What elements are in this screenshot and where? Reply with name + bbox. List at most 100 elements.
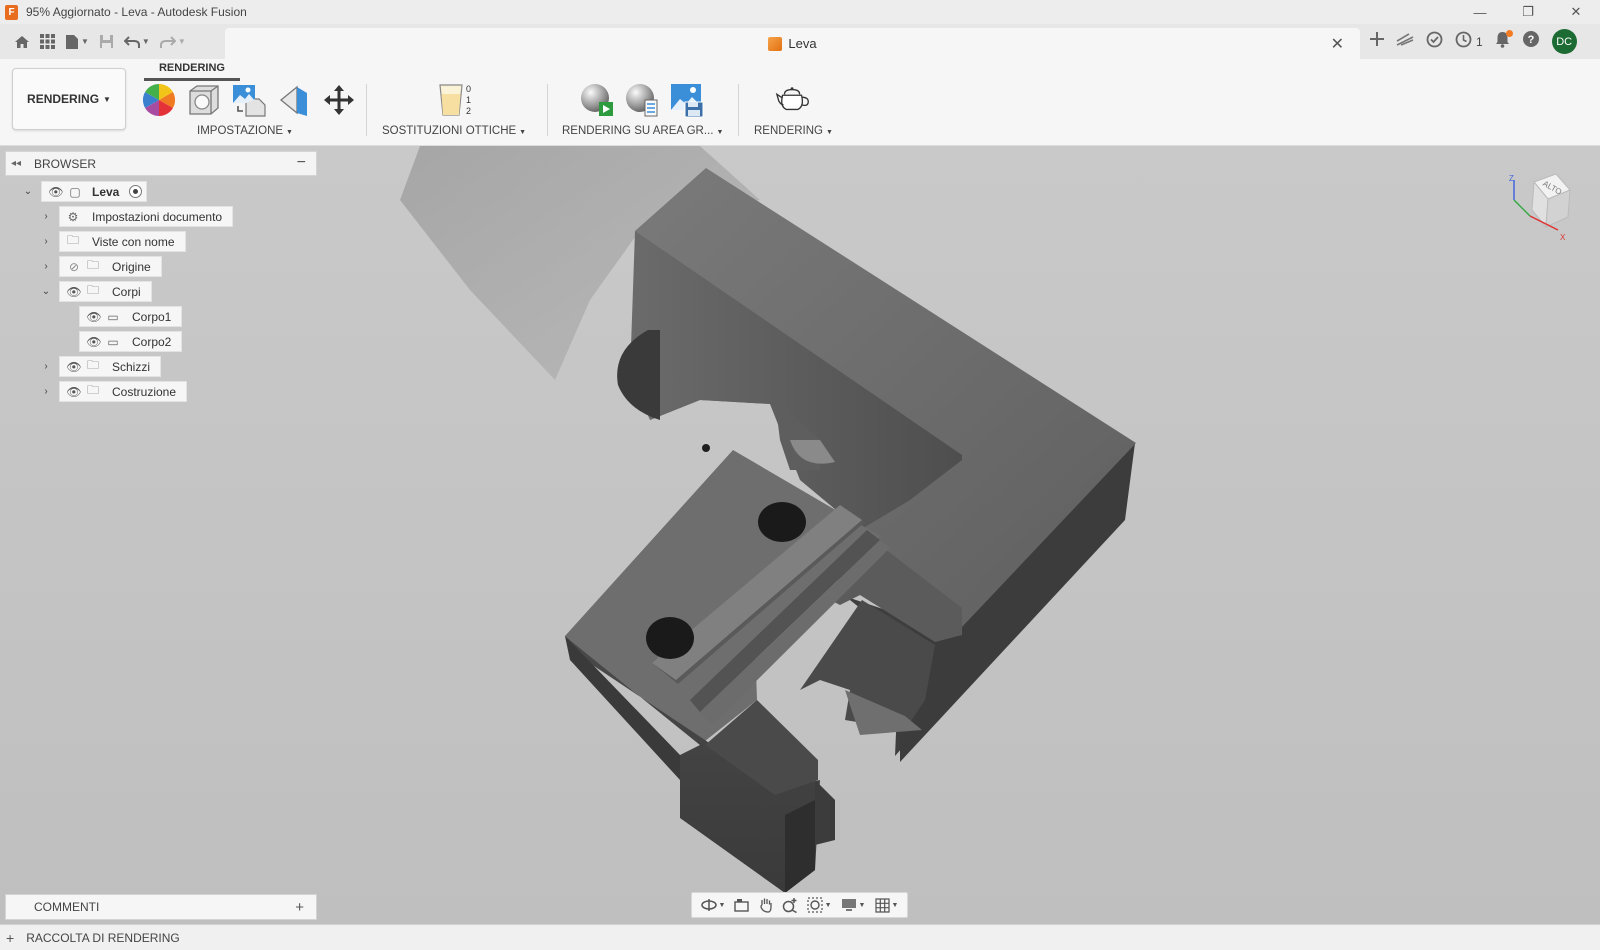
tree-root-leva[interactable]: ⌄ 👁 ▢ Leva [21, 181, 148, 202]
texture-map-icon[interactable] [231, 82, 267, 118]
tree-label: Costruzione [112, 384, 177, 399]
undo-icon[interactable]: ▼ [123, 35, 150, 49]
chevron-right-icon[interactable]: › [39, 211, 53, 222]
workspace-switcher[interactable]: RENDERING ▼ [12, 68, 126, 130]
grid-settings-icon[interactable]: ▼ [874, 897, 898, 913]
activate-component-radio[interactable] [129, 185, 143, 198]
zoom-icon[interactable] [782, 897, 798, 913]
view-cube[interactable]: ALTO Z X [1506, 172, 1576, 242]
tree-label: Viste con nome [92, 234, 175, 249]
chevron-right-icon[interactable]: › [39, 361, 53, 372]
file-menu-icon[interactable]: ▼ [65, 34, 89, 50]
eye-visible-icon[interactable]: 👁 [64, 285, 84, 299]
move-arrows-icon[interactable] [321, 82, 357, 118]
group-render-dropdown[interactable]: RENDERING ▼ [754, 125, 833, 137]
browser-title: BROWSER [34, 156, 97, 171]
expand-gallery-plus-icon[interactable]: + [6, 930, 14, 946]
document-tab-leva[interactable]: Leva ✕ [225, 28, 1360, 59]
tree-item-body1[interactable]: 👁 ▭ Corpo1 [79, 306, 183, 327]
folder-icon: 🗀 [66, 233, 79, 247]
leva-3d-model[interactable] [0, 146, 1600, 924]
help-icon[interactable]: ? [1522, 30, 1540, 53]
job-status-clock-icon[interactable] [1455, 31, 1472, 53]
chevron-right-icon[interactable]: › [39, 236, 53, 247]
chevron-right-icon[interactable]: › [39, 261, 53, 272]
tree-label: Origine [112, 259, 151, 274]
window-title: 95% Aggiornato - Leva - Autodesk Fusion [26, 5, 247, 19]
axis-x-label: X [1560, 233, 1566, 242]
user-avatar[interactable]: DC [1551, 29, 1577, 54]
tree-item-body2[interactable]: 👁 ▭ Corpo2 [79, 331, 183, 352]
tree-label: Schizzi [112, 359, 151, 374]
browser-panel-header[interactable]: ◂◂ BROWSER − [5, 151, 317, 176]
folder-icon: 🗀 [86, 383, 99, 397]
document-tab-label: Leva [788, 36, 817, 51]
workspace-label: RENDERING [27, 92, 100, 106]
tree-label: Leva [92, 184, 120, 199]
render-teapot-icon[interactable] [775, 82, 811, 118]
extensions-icon[interactable] [1396, 32, 1414, 51]
restore-button[interactable]: ❐ [1504, 0, 1552, 24]
rendering-gallery-bar[interactable]: + RACCOLTA DI RENDERING [0, 924, 1600, 950]
fit-window-icon[interactable]: ▼ [806, 897, 832, 913]
minimize-button[interactable]: — [1456, 0, 1504, 24]
tree-item-sketches[interactable]: › 👁 🗀 Schizzi [39, 356, 162, 377]
orbit-icon[interactable]: ▼ [700, 898, 725, 912]
eye-visible-icon[interactable]: 👁 [64, 360, 84, 374]
group-incanvas-dropdown[interactable]: RENDERING SU AREA GR... ▼ [562, 125, 723, 137]
toolbar-separator [366, 84, 367, 136]
data-panel-grid-icon[interactable] [40, 34, 55, 49]
close-window-button[interactable]: ✕ [1552, 0, 1600, 24]
title-bar: F 95% Aggiornato - Leva - Autodesk Fusio… [0, 0, 1600, 24]
tree-item-origin[interactable]: › ⊘ 🗀 Origine [39, 256, 162, 277]
online-status-icon[interactable] [1426, 31, 1443, 53]
close-tab-button[interactable]: ✕ [1331, 34, 1344, 54]
comments-label: COMMENTI [34, 900, 100, 914]
rendering-gallery-label: RACCOLTA DI RENDERING [26, 930, 180, 945]
save-icon[interactable] [99, 34, 114, 49]
svg-text:?: ? [1527, 34, 1534, 46]
chevron-right-icon[interactable]: › [39, 386, 53, 397]
tree-item-document-settings[interactable]: › ⚙ Impostazioni documento [39, 206, 234, 227]
look-at-icon[interactable] [734, 898, 750, 912]
optical-overrides-glass-icon[interactable]: 0 1 2 [436, 82, 476, 118]
add-comment-plus-icon[interactable]: + [295, 899, 304, 916]
redo-icon[interactable]: ▼ [159, 35, 186, 49]
eye-visible-icon[interactable]: 👁 [46, 185, 66, 199]
collapse-panel-icon[interactable]: ◂◂ [11, 158, 25, 169]
comments-panel[interactable]: COMMENTI + [5, 894, 317, 920]
canvas-viewport[interactable] [0, 146, 1600, 924]
pan-hand-icon[interactable] [759, 897, 773, 913]
capture-image-icon[interactable] [669, 82, 705, 118]
eye-visible-icon[interactable]: 👁 [84, 335, 104, 349]
chevron-down-icon[interactable]: ⌄ [39, 286, 53, 297]
eye-hidden-icon[interactable]: ⊘ [64, 260, 84, 274]
tree-label: Corpo1 [132, 309, 172, 324]
new-tab-plus-icon[interactable] [1370, 32, 1384, 51]
eye-visible-icon[interactable]: 👁 [84, 310, 104, 324]
axis-z-label: Z [1509, 174, 1514, 183]
component-icon: ▢ [69, 184, 81, 199]
incanvas-render-icon[interactable] [579, 82, 615, 118]
minimize-panel-button[interactable]: − [297, 154, 306, 172]
tab-rendering[interactable]: RENDERING [144, 61, 240, 81]
appearance-icon[interactable] [141, 82, 177, 118]
home-icon[interactable] [14, 34, 30, 50]
body-icon: ▭ [107, 334, 119, 349]
tree-item-construction[interactable]: › 👁 🗀 Costruzione [39, 381, 188, 402]
display-settings-icon[interactable]: ▼ [841, 898, 865, 912]
group-overrides-dropdown[interactable]: SOSTITUZIONI OTTICHE ▼ [382, 125, 526, 137]
group-setup-dropdown[interactable]: IMPOSTAZIONE ▼ [197, 125, 293, 137]
notifications-bell-icon[interactable] [1495, 29, 1513, 53]
incanvas-settings-icon[interactable] [624, 82, 660, 118]
eye-visible-icon[interactable]: 👁 [64, 385, 84, 399]
override-digit-2: 2 [466, 106, 471, 116]
scene-settings-icon[interactable] [186, 82, 222, 118]
tree-item-bodies[interactable]: ⌄ 👁 🗀 Corpi [39, 281, 152, 302]
decal-plane-icon[interactable] [276, 82, 312, 118]
toolbar-separator [547, 84, 548, 136]
chevron-down-icon[interactable]: ⌄ [21, 186, 35, 197]
folder-icon: 🗀 [86, 283, 99, 297]
group-incanvas-label: RENDERING SU AREA GR... [562, 125, 714, 137]
tree-item-named-views[interactable]: › 🗀 Viste con nome [39, 231, 186, 252]
